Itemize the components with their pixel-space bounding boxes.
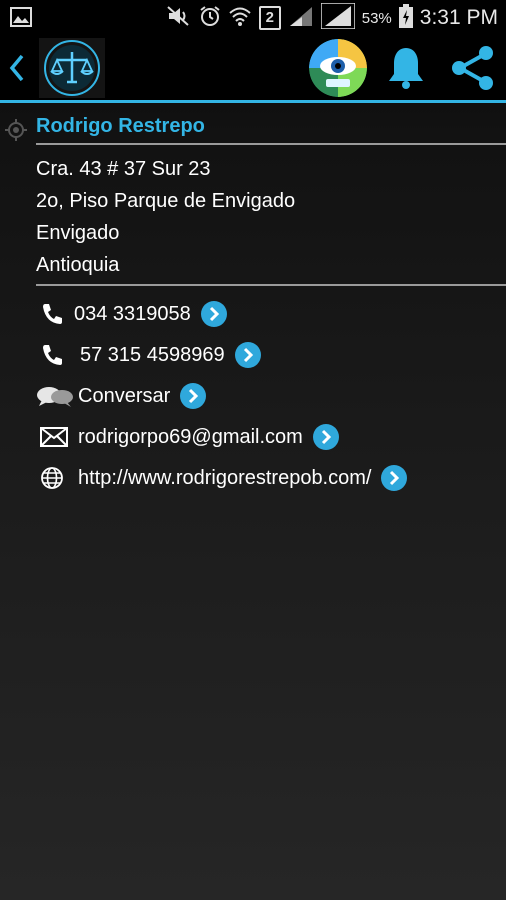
scales-of-justice-icon [44,40,100,96]
email-address[interactable]: rodrigorpo69@gmail.com [78,426,303,449]
phone-row-2[interactable]: 57 315 4598969 [40,339,261,371]
phone-icon [40,302,74,326]
address-city: Envigado [36,222,120,244]
action-bar [0,36,506,100]
contact-name-row: Rodrigo Restrepo [0,112,506,144]
divider [36,143,506,145]
sim-icon: 2 [258,6,281,30]
chat-bubbles-icon [36,384,78,408]
bell-icon[interactable] [385,44,427,97]
signal-icon [288,5,314,32]
gallery-icon [10,7,32,32]
chevron-right-icon[interactable] [200,301,227,327]
divider [36,284,506,286]
status-bar: 2 53% 3:31 PM [0,0,506,36]
signal-icon [320,1,356,34]
phone-row-1[interactable]: 034 3319058 [40,298,227,330]
website-row[interactable]: http://www.rodrigorestrepob.com/ [40,462,408,494]
globe-icon [40,466,78,490]
phone-number-2[interactable]: 57 315 4598969 [80,344,225,367]
contact-name: Rodrigo Restrepo [36,115,205,137]
chat-row[interactable]: Conversar [36,380,207,412]
address-region: Antioquia [36,254,120,276]
address-line-1: Cra. 43 # 37 Sur 23 [36,158,211,180]
clock: 3:31 PM [419,6,498,29]
chevron-right-icon[interactable] [312,424,339,450]
share-icon[interactable] [448,44,498,97]
wifi-icon [228,5,252,32]
address-line-2: 2o, Piso Parque de Envigado [36,190,296,212]
chat-label[interactable]: Conversar [78,385,170,408]
chevron-right-icon[interactable] [180,383,207,409]
mute-icon [166,5,192,32]
app-logo[interactable] [39,38,105,98]
envelope-icon [40,427,78,447]
website-url[interactable]: http://www.rodrigorestrepob.com/ [78,467,371,490]
chevron-right-icon[interactable] [234,342,261,368]
phone-icon [40,343,80,367]
battery-charging-icon [398,3,413,33]
alarm-icon [199,5,221,32]
chevron-right-icon[interactable] [381,465,408,491]
phone-number-1[interactable]: 034 3319058 [74,303,191,326]
profile-avatar[interactable] [309,39,367,97]
action-bar-divider [0,100,506,103]
back-icon[interactable] [8,54,26,87]
battery-percent: 53% [361,9,392,27]
email-row[interactable]: rodrigorpo69@gmail.com [40,421,339,453]
location-target-icon [5,119,27,146]
